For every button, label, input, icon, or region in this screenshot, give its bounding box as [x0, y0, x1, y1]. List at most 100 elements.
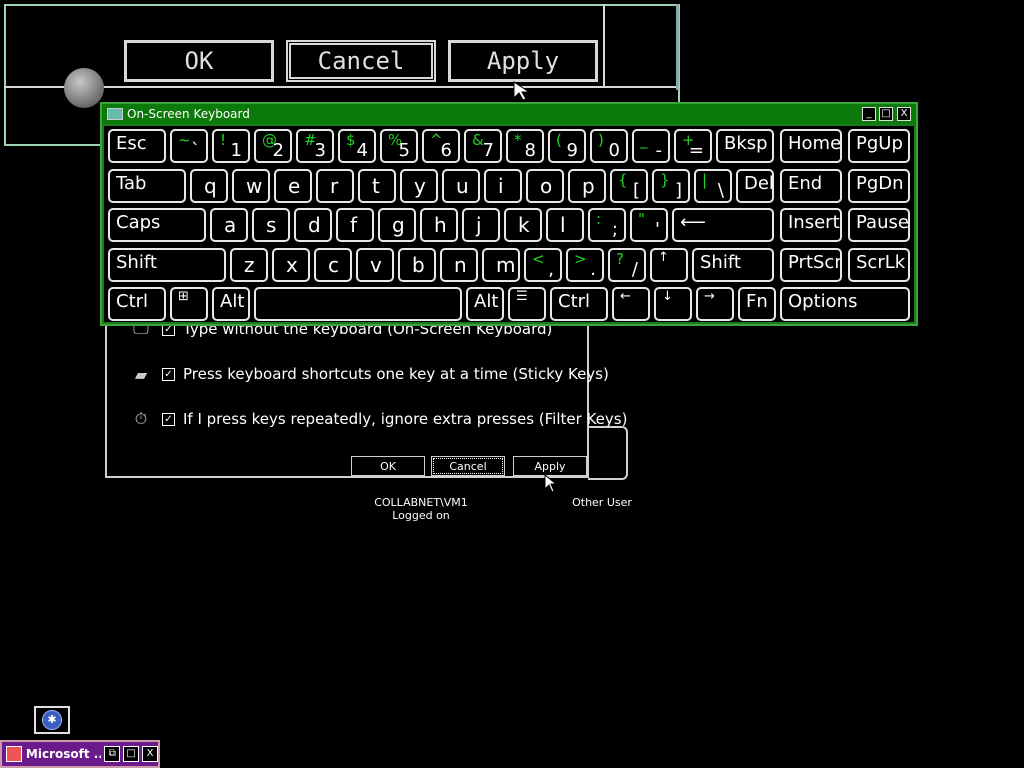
- ok-button[interactable]: OK: [351, 456, 425, 476]
- key-row3-3[interactable]: d: [294, 208, 332, 242]
- key-row1-6[interactable]: % 5: [380, 129, 418, 163]
- key-row2-16[interactable]: PgDn: [848, 169, 910, 203]
- key-row1-15[interactable]: Home: [780, 129, 842, 163]
- other-user-tile[interactable]: Other User: [566, 496, 638, 509]
- key-row2-5[interactable]: t: [358, 169, 396, 203]
- key-row3-4[interactable]: f: [336, 208, 374, 242]
- key-row2-6[interactable]: y: [400, 169, 438, 203]
- key-row1-7[interactable]: ^ 6: [422, 129, 460, 163]
- key-row2-10[interactable]: p: [568, 169, 606, 203]
- key-row4-2[interactable]: x: [272, 248, 310, 282]
- option-sticky-keys[interactable]: ▰ ✓ Press keyboard shortcuts one key at …: [128, 363, 609, 385]
- key-row4-5[interactable]: b: [398, 248, 436, 282]
- key-row4-7[interactable]: m: [482, 248, 520, 282]
- key-row2-0[interactable]: Tab: [108, 169, 186, 203]
- key-row5-9[interactable]: →: [696, 287, 734, 321]
- key-row2-3[interactable]: e: [274, 169, 312, 203]
- key-row1-12[interactable]: _ -: [632, 129, 670, 163]
- key-label: z: [244, 253, 255, 277]
- key-row1-14[interactable]: Bksp: [716, 129, 774, 163]
- key-row2-14[interactable]: Del: [736, 169, 774, 203]
- key-row3-8[interactable]: k: [504, 208, 542, 242]
- key-row1-1[interactable]: ~ `: [170, 129, 208, 163]
- key-row4-8[interactable]: <,: [524, 248, 562, 282]
- key-row1-3[interactable]: @2: [254, 129, 292, 163]
- key-row2-9[interactable]: o: [526, 169, 564, 203]
- key-row4-4[interactable]: v: [356, 248, 394, 282]
- key-row3-11[interactable]: " ': [630, 208, 668, 242]
- ease-of-access-button[interactable]: ✱: [34, 706, 70, 734]
- osk-titlebar[interactable]: On-Screen Keyboard: [102, 104, 916, 124]
- key-row1-2[interactable]: ! 1: [212, 129, 250, 163]
- checkbox-filter-keys[interactable]: ✓: [162, 412, 175, 426]
- taskbar-close-button[interactable]: X: [142, 746, 158, 762]
- key-label: 4: [356, 140, 368, 161]
- key-row5-6[interactable]: Ctrl: [550, 287, 608, 321]
- key-row4-14[interactable]: ScrLk: [848, 248, 910, 282]
- key-row2-13[interactable]: | \: [694, 169, 732, 203]
- osk-minimize-button[interactable]: _: [862, 107, 876, 121]
- magnified-ok-button[interactable]: OK: [124, 40, 274, 82]
- key-row1-8[interactable]: & 7: [464, 129, 502, 163]
- key-row3-1[interactable]: a: [210, 208, 248, 242]
- taskbar-restore-button[interactable]: ⧉: [104, 746, 121, 762]
- checkbox-sticky-keys[interactable]: ✓: [162, 367, 175, 381]
- key-row2-4[interactable]: r: [316, 169, 354, 203]
- key-row3-9[interactable]: l: [546, 208, 584, 242]
- key-row2-2[interactable]: w: [232, 169, 270, 203]
- key-row3-12[interactable]: ⟵: [672, 208, 774, 242]
- key-row3-14[interactable]: Pause: [848, 208, 910, 242]
- key-row1-16[interactable]: PgUp: [848, 129, 910, 163]
- key-row1-4[interactable]: #3: [296, 129, 334, 163]
- key-row1-13[interactable]: + =: [674, 129, 712, 163]
- key-row5-7[interactable]: ←: [612, 287, 650, 321]
- key-row5-11[interactable]: Options: [780, 287, 910, 321]
- key-row1-5[interactable]: $4: [338, 129, 376, 163]
- key-row2-11[interactable]: {[: [610, 169, 648, 203]
- osk-maximize-button[interactable]: □: [879, 107, 893, 121]
- key-row3-13[interactable]: Insert: [780, 208, 842, 242]
- cancel-button[interactable]: Cancel: [431, 456, 505, 476]
- key-row5-1[interactable]: ⊞: [170, 287, 208, 321]
- key-row4-11[interactable]: ↑: [650, 248, 688, 282]
- key-row4-3[interactable]: c: [314, 248, 352, 282]
- key-row4-1[interactable]: z: [230, 248, 268, 282]
- apply-button[interactable]: Apply: [513, 456, 587, 476]
- key-row2-15[interactable]: End: [780, 169, 842, 203]
- key-row5-10[interactable]: Fn: [738, 287, 776, 321]
- key-row5-3[interactable]: [254, 287, 462, 321]
- key-row1-9[interactable]: * 8: [506, 129, 544, 163]
- key-row3-2[interactable]: s: [252, 208, 290, 242]
- key-row3-7[interactable]: j: [462, 208, 500, 242]
- key-row5-5[interactable]: ☰: [508, 287, 546, 321]
- key-row1-0[interactable]: Esc: [108, 129, 166, 163]
- option-filter-keys[interactable]: ⏱ ✓ If I press keys repeatedly, ignore e…: [128, 408, 628, 430]
- key-row5-4[interactable]: Alt: [466, 287, 504, 321]
- key-row1-11[interactable]: ) 0: [590, 129, 628, 163]
- key-row4-6[interactable]: n: [440, 248, 478, 282]
- key-row4-10[interactable]: ? /: [608, 248, 646, 282]
- key-row4-9[interactable]: >.: [566, 248, 604, 282]
- key-row2-8[interactable]: i: [484, 169, 522, 203]
- osk-close-button[interactable]: X: [897, 107, 911, 121]
- key-row4-12[interactable]: Shift: [692, 248, 774, 282]
- magnified-cancel-button[interactable]: Cancel: [286, 40, 436, 82]
- magnified-apply-button[interactable]: Apply: [448, 40, 598, 82]
- key-row3-0[interactable]: Caps: [108, 208, 206, 242]
- key-row5-2[interactable]: Alt: [212, 287, 250, 321]
- key-row2-12[interactable]: }]: [652, 169, 690, 203]
- key-row3-5[interactable]: g: [378, 208, 416, 242]
- taskbar-window[interactable]: Microsoft ... ⧉ □ X: [0, 740, 160, 768]
- key-row3-6[interactable]: h: [420, 208, 458, 242]
- key-row5-8[interactable]: ↓: [654, 287, 692, 321]
- key-row2-1[interactable]: q: [190, 169, 228, 203]
- current-user-tile[interactable]: COLLABNET\VM1 Logged on: [360, 496, 482, 522]
- key-row3-10[interactable]: :;: [588, 208, 626, 242]
- taskbar-maximize-button[interactable]: □: [123, 746, 140, 762]
- key-row1-10[interactable]: (9: [548, 129, 586, 163]
- key-row4-0[interactable]: Shift: [108, 248, 226, 282]
- key-row4-13[interactable]: PrtScn: [780, 248, 842, 282]
- key-row2-7[interactable]: u: [442, 169, 480, 203]
- sticky-key-icon: ▰: [134, 364, 148, 384]
- key-row5-0[interactable]: Ctrl: [108, 287, 166, 321]
